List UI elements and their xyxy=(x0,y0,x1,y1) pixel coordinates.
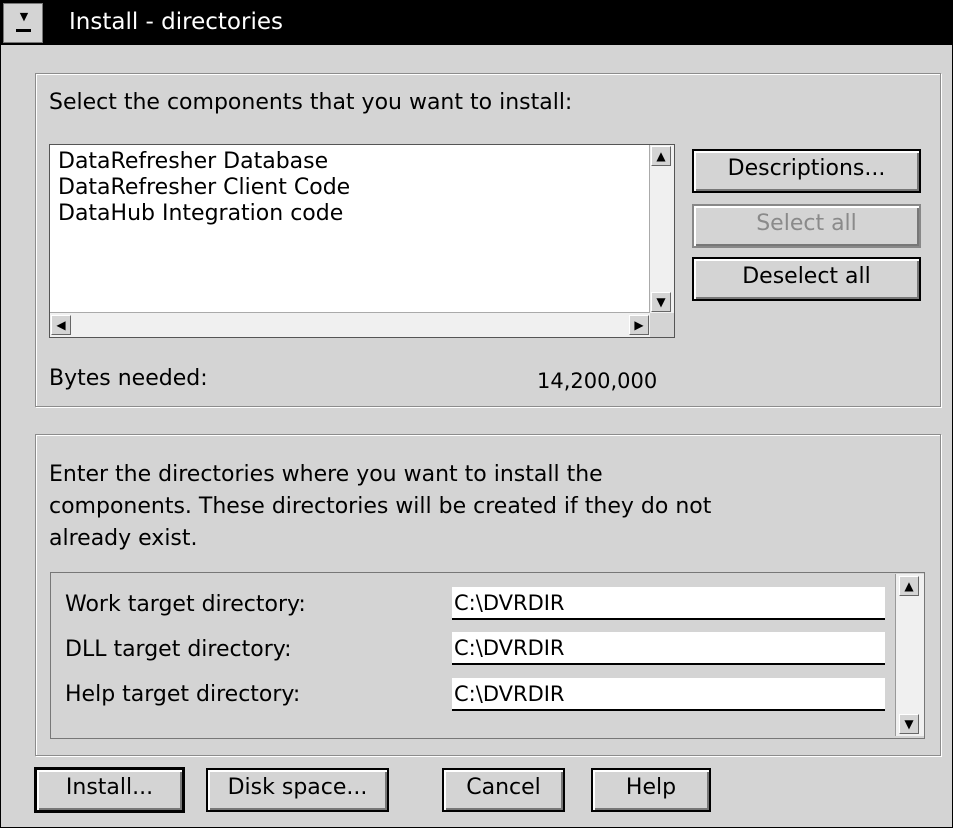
right-arrow-icon[interactable]: ▶ xyxy=(629,315,649,335)
directories-vertical-scrollbar[interactable]: ▲ ▼ xyxy=(895,574,924,736)
left-arrow-icon[interactable]: ◀ xyxy=(51,315,71,335)
help-button-label: Help xyxy=(625,775,677,800)
dll-target-field[interactable]: C:\DVRDIR xyxy=(452,632,885,665)
disk-space-button[interactable]: Disk space... xyxy=(206,768,389,812)
bytes-needed-label: Bytes needed: xyxy=(49,366,208,391)
select-all-button-label: Select all xyxy=(756,211,857,236)
help-button[interactable]: Help xyxy=(591,768,711,812)
components-prompt: Select the components that you want to i… xyxy=(49,90,573,115)
directories-instructions-line1: Enter the directories where you want to … xyxy=(49,462,603,487)
list-item[interactable]: DataHub Integration code xyxy=(58,201,343,227)
install-button[interactable]: Install... xyxy=(34,767,185,813)
chevron-down-icon: ▼ xyxy=(19,10,29,23)
directories-instructions-line2: components. These directories will be cr… xyxy=(49,494,712,519)
down-arrow-icon[interactable]: ▼ xyxy=(651,292,671,312)
install-directories-dialog: ▼ Install - directories Select the compo… xyxy=(0,0,953,828)
deselect-all-button[interactable]: Deselect all xyxy=(692,257,921,301)
help-target-field[interactable]: C:\DVRDIR xyxy=(452,678,885,711)
down-arrow-icon[interactable]: ▼ xyxy=(899,714,919,734)
up-arrow-icon[interactable]: ▲ xyxy=(651,146,671,166)
cancel-button-label: Cancel xyxy=(466,775,541,800)
listbox-vertical-scrollbar[interactable]: ▲ ▼ xyxy=(649,145,674,313)
window-title: Install - directories xyxy=(69,9,283,35)
up-arrow-icon[interactable]: ▲ xyxy=(899,576,919,596)
dll-target-label: DLL target directory: xyxy=(65,637,292,662)
system-menu-icon[interactable]: ▼ xyxy=(3,3,43,43)
descriptions-button-label: Descriptions... xyxy=(727,156,886,181)
list-item[interactable]: DataRefresher Client Code xyxy=(58,175,350,201)
disk-space-button-label: Disk space... xyxy=(227,775,368,800)
work-target-label: Work target directory: xyxy=(65,592,306,617)
descriptions-button[interactable]: Descriptions... xyxy=(692,149,921,193)
select-all-button[interactable]: Select all xyxy=(692,204,921,248)
deselect-all-button-label: Deselect all xyxy=(742,264,871,289)
list-item[interactable]: DataRefresher Database xyxy=(58,149,328,175)
components-listbox[interactable]: DataRefresher Database DataRefresher Cli… xyxy=(49,144,675,338)
help-target-label: Help target directory: xyxy=(65,682,301,707)
scrollbar-corner xyxy=(650,313,674,337)
install-button-label: Install... xyxy=(65,775,154,800)
cancel-button[interactable]: Cancel xyxy=(442,768,565,812)
work-target-field[interactable]: C:\DVRDIR xyxy=(452,587,885,620)
listbox-horizontal-scrollbar[interactable]: ◀ ▶ xyxy=(50,312,650,337)
directories-instructions-line3: already exist. xyxy=(49,526,198,551)
title-bar[interactable]: ▼ Install - directories xyxy=(1,1,952,45)
bytes-needed-value: 14,200,000 xyxy=(537,369,658,393)
